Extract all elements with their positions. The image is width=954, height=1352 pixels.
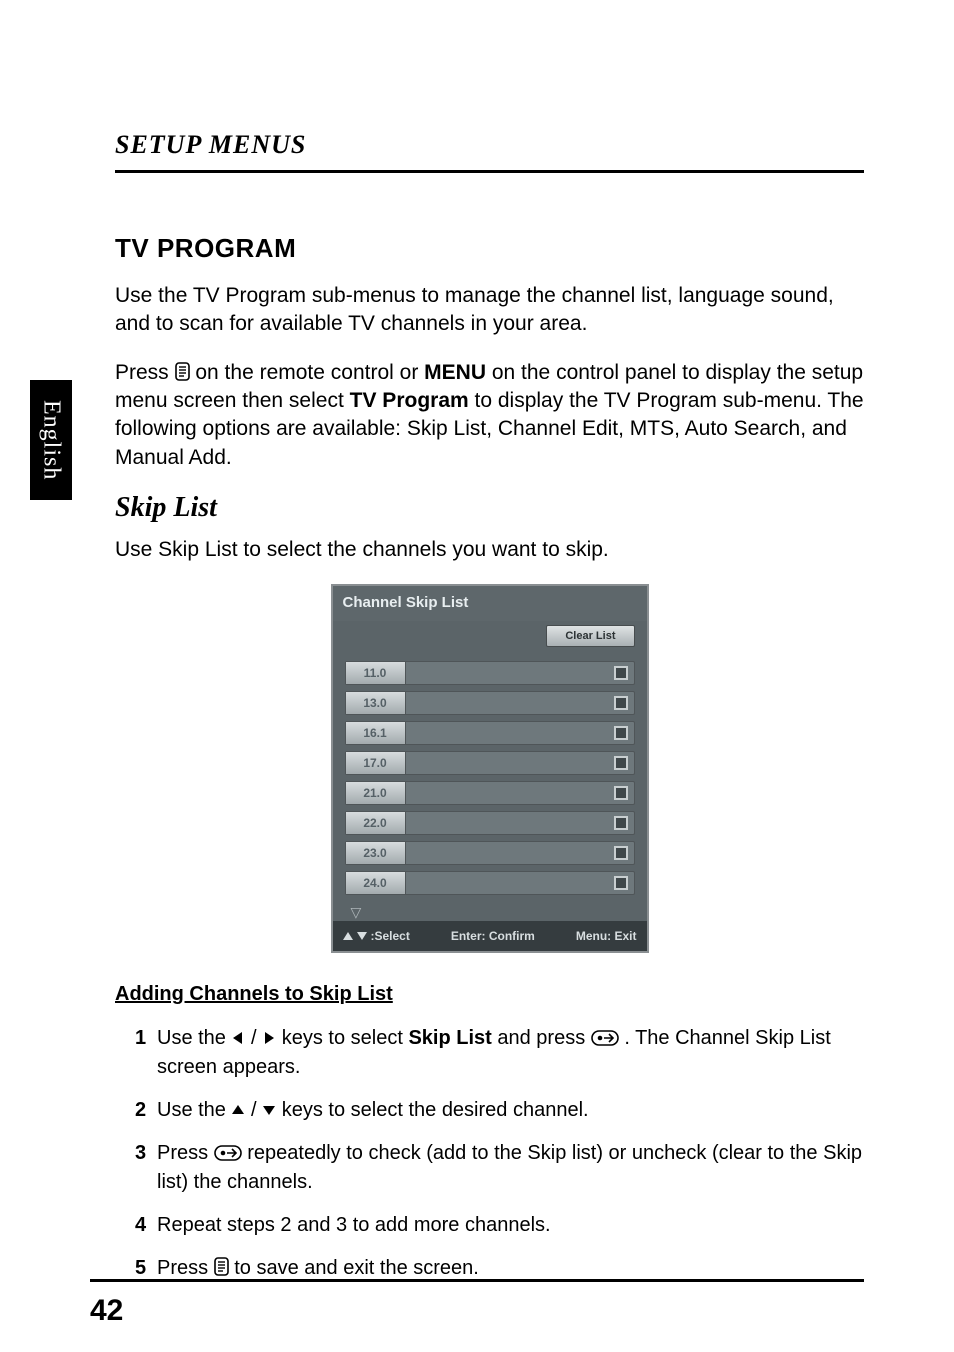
text: repeatedly to check (add to the Skip lis… bbox=[157, 1142, 862, 1193]
heading-tv-program: TV PROGRAM bbox=[115, 233, 864, 264]
triangle-left-icon bbox=[231, 1031, 245, 1045]
text: Use the bbox=[157, 1027, 231, 1049]
menu-list-icon bbox=[175, 362, 190, 381]
text: Press bbox=[115, 361, 175, 384]
channel-number: 22.0 bbox=[346, 812, 406, 834]
language-tab: English bbox=[30, 380, 72, 500]
channel-skip-list-dialog: Channel Skip List Clear List 11.0 13.0 1… bbox=[331, 584, 649, 953]
checkbox[interactable] bbox=[614, 666, 628, 680]
channel-number: 11.0 bbox=[346, 662, 406, 684]
channel-number: 13.0 bbox=[346, 692, 406, 714]
text: Repeat steps 2 and 3 to add more channel… bbox=[157, 1214, 551, 1236]
table-row[interactable]: 17.0 bbox=[345, 751, 635, 775]
checkbox[interactable] bbox=[614, 846, 628, 860]
text: keys to select the desired channel. bbox=[282, 1099, 589, 1121]
text: keys to select bbox=[282, 1027, 409, 1049]
text: to save and exit the screen. bbox=[234, 1257, 479, 1279]
triangle-up-icon bbox=[343, 932, 353, 940]
tv-program-label: TV Program bbox=[350, 389, 469, 412]
table-row[interactable]: 23.0 bbox=[345, 841, 635, 865]
channel-number: 16.1 bbox=[346, 722, 406, 744]
dialog-footer: :Select Enter: Confirm Menu: Exit bbox=[333, 921, 647, 951]
channel-number: 21.0 bbox=[346, 782, 406, 804]
list-item: 4 Repeat steps 2 and 3 to add more chann… bbox=[135, 1211, 864, 1240]
list-item: 1 Use the / keys to select Skip List and… bbox=[135, 1024, 864, 1082]
section-header: SETUP MENUS bbox=[115, 130, 864, 160]
menu-label: MENU bbox=[424, 361, 486, 384]
text: Press bbox=[157, 1142, 214, 1164]
adding-channels-heading: Adding Channels to Skip List bbox=[115, 983, 864, 1006]
channel-number: 23.0 bbox=[346, 842, 406, 864]
channel-rows: 11.0 13.0 16.1 17.0 21.0 22.0 23.0 24.0 bbox=[333, 657, 647, 907]
triangle-right-icon bbox=[262, 1031, 276, 1045]
text: on the remote control or bbox=[195, 361, 424, 384]
table-row[interactable]: 11.0 bbox=[345, 661, 635, 685]
checkbox[interactable] bbox=[614, 726, 628, 740]
page: English SETUP MENUS TV PROGRAM Use the T… bbox=[0, 0, 954, 1352]
menu-hint: Menu: Exit bbox=[576, 929, 637, 943]
table-row[interactable]: 22.0 bbox=[345, 811, 635, 835]
enter-hint: Enter: Confirm bbox=[451, 929, 535, 943]
text: Use the bbox=[157, 1099, 231, 1121]
press-paragraph: Press on the remote control or MENU on t… bbox=[115, 359, 864, 472]
checkbox[interactable] bbox=[614, 816, 628, 830]
table-row[interactable]: 24.0 bbox=[345, 871, 635, 895]
scroll-down-indicator: ▽ bbox=[333, 907, 647, 921]
text: Press bbox=[157, 1257, 214, 1279]
table-row[interactable]: 21.0 bbox=[345, 781, 635, 805]
checkbox[interactable] bbox=[614, 876, 628, 890]
list-item: 3 Press repeatedly to check (add to the … bbox=[135, 1139, 864, 1197]
dialog-title: Channel Skip List bbox=[333, 586, 647, 621]
text: / bbox=[251, 1099, 262, 1121]
triangle-up-icon bbox=[231, 1103, 245, 1117]
footer-divider bbox=[90, 1279, 864, 1282]
nav-select-hint: :Select bbox=[343, 929, 410, 943]
text: :Select bbox=[371, 929, 410, 943]
triangle-down-icon bbox=[357, 932, 367, 940]
table-row[interactable]: 16.1 bbox=[345, 721, 635, 745]
steps-list: 1 Use the / keys to select Skip List and… bbox=[115, 1024, 864, 1283]
checkbox[interactable] bbox=[614, 756, 628, 770]
divider bbox=[115, 170, 864, 173]
text: / bbox=[251, 1027, 262, 1049]
enter-icon bbox=[214, 1145, 242, 1161]
triangle-down-icon bbox=[262, 1103, 276, 1117]
heading-skip-list: Skip List bbox=[115, 492, 864, 524]
clear-list-button[interactable]: Clear List bbox=[546, 625, 634, 647]
menu-list-icon bbox=[214, 1257, 229, 1276]
skip-list-label: Skip List bbox=[408, 1027, 491, 1049]
checkbox[interactable] bbox=[614, 786, 628, 800]
channel-number: 17.0 bbox=[346, 752, 406, 774]
checkbox[interactable] bbox=[614, 696, 628, 710]
dialog-toolbar: Clear List bbox=[333, 621, 647, 657]
table-row[interactable]: 13.0 bbox=[345, 691, 635, 715]
skip-intro: Use Skip List to select the channels you… bbox=[115, 536, 864, 564]
enter-icon bbox=[591, 1030, 619, 1046]
page-number: 42 bbox=[90, 1294, 123, 1328]
text: and press bbox=[497, 1027, 590, 1049]
channel-number: 24.0 bbox=[346, 872, 406, 894]
list-item: 2 Use the / keys to select the desired c… bbox=[135, 1096, 864, 1125]
intro-paragraph: Use the TV Program sub-menus to manage t… bbox=[115, 282, 864, 339]
